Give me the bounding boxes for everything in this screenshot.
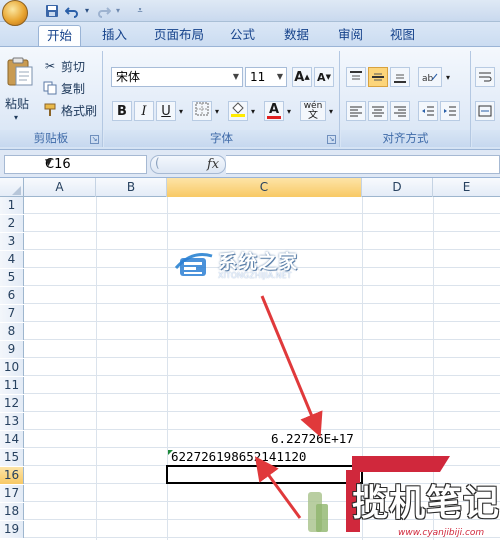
watermark-lanjibiji: 揽机笔记 www.cyanjibiji.com xyxy=(300,452,500,540)
xitongzhijia-logo-icon xyxy=(172,248,214,280)
watermark-bottom-url: www.cyanjibiji.com xyxy=(398,528,485,538)
arrow-to-scientific-value xyxy=(260,295,323,438)
watermark-xitongzhijia: 系统之家 XITONGZHIJIA.NET xyxy=(172,244,332,288)
office-button[interactable] xyxy=(2,0,28,26)
watermark-bottom-title: 揽机笔记 xyxy=(352,483,500,524)
watermark-top-subtitle: XITONGZHIJIA.NET xyxy=(218,271,292,280)
watermark-top-title: 系统之家 xyxy=(218,251,299,273)
arrow-to-full-value xyxy=(254,456,302,519)
